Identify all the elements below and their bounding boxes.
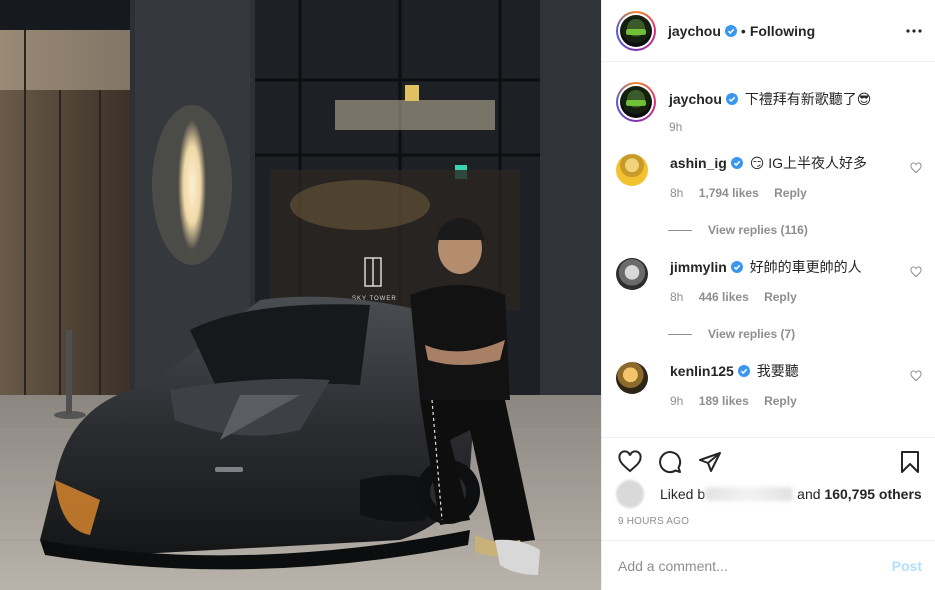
caption-story-ring[interactable] [616, 82, 656, 122]
header-username[interactable]: jaychou [668, 23, 721, 39]
likes-summary[interactable]: Liked b and 160,795 others [616, 480, 922, 508]
post-side-panel: jaychou • Following jaychou 下禮拜有新歌聽了😎 9h… [601, 0, 935, 590]
comment-username[interactable]: ashin_ig [670, 155, 727, 171]
verified-badge-icon [725, 93, 738, 105]
likes-count[interactable]: 160,795 others [824, 486, 921, 502]
smirk-emoji: 😏 [749, 155, 765, 171]
reply-button[interactable]: Reply [764, 394, 797, 408]
post-caption: jaychou 下禮拜有新歌聽了😎 9h [616, 82, 871, 134]
post-photo[interactable]: SKY TOWER [0, 0, 601, 590]
comment-text: IG上半夜人好多 [768, 155, 867, 171]
post-header: jaychou • Following [602, 0, 935, 62]
commenter-avatar[interactable] [616, 362, 648, 394]
comment-item: kenlin125 我要聽 9h 189 likes Reply [616, 362, 922, 408]
verified-badge-icon [737, 365, 750, 377]
comment-time[interactable]: 9h [670, 394, 683, 408]
commenter-avatar[interactable] [616, 154, 648, 186]
avatar[interactable] [620, 14, 652, 47]
add-comment-bar: Post [602, 540, 935, 590]
commenter-avatar[interactable] [616, 258, 648, 290]
bookmark-icon[interactable] [898, 450, 922, 474]
blurred-liker-name [705, 487, 794, 501]
instagram-post: SKY TOWER jaychou • Following jaychou 下禮… [0, 0, 935, 590]
comment-item: jimmylin 好帥的車更帥的人 8h 446 likes Reply [616, 258, 922, 304]
caption-avatar[interactable] [620, 86, 652, 118]
comment-likes[interactable]: 1,794 likes [699, 186, 759, 200]
comment-time[interactable]: 8h [670, 290, 683, 304]
reply-button[interactable]: Reply [764, 290, 797, 304]
caption-time[interactable]: 9h [669, 120, 871, 134]
caption-username[interactable]: jaychou [669, 91, 722, 107]
likes-and: and [797, 486, 821, 502]
verified-badge-icon [724, 24, 737, 37]
view-replies-label[interactable]: View replies (7) [708, 327, 795, 341]
ellipsis-icon[interactable] [906, 24, 922, 38]
reply-button[interactable]: Reply [774, 186, 807, 200]
comment-heart-icon[interactable] [910, 162, 922, 174]
comment-username[interactable]: jimmylin [670, 259, 727, 275]
view-replies-button[interactable]: View replies (116) [668, 223, 808, 237]
verified-badge-icon [730, 157, 743, 169]
comment-text: 好帥的車更帥的人 [749, 259, 862, 275]
heart-icon[interactable] [618, 450, 642, 474]
verified-badge-icon [730, 261, 743, 273]
view-replies-line [668, 333, 692, 335]
comment-heart-icon[interactable] [910, 266, 922, 278]
view-replies-button[interactable]: View replies (7) [668, 327, 795, 341]
comment-likes[interactable]: 446 likes [699, 290, 749, 304]
view-replies-line [668, 229, 692, 231]
comment-icon[interactable] [658, 450, 682, 474]
story-ring[interactable] [616, 10, 656, 51]
sunglasses-emoji: 😎 [856, 91, 872, 107]
liked-by-prefix: Liked b [660, 486, 706, 502]
following-button[interactable]: Following [750, 23, 815, 39]
comment-likes[interactable]: 189 likes [699, 394, 749, 408]
comment-text: 我要聽 [756, 363, 799, 379]
comment-item: ashin_ig 😏 IG上半夜人好多 8h 1,794 likes Reply [616, 154, 922, 200]
comment-heart-icon[interactable] [910, 370, 922, 382]
comment-time[interactable]: 8h [670, 186, 683, 200]
post-comment-button[interactable]: Post [892, 558, 922, 574]
share-icon[interactable] [698, 450, 722, 474]
comment-input[interactable] [618, 557, 892, 574]
comment-username[interactable]: kenlin125 [670, 363, 734, 379]
photo-illustration: SKY TOWER [0, 0, 601, 590]
post-timestamp[interactable]: 9 HOURS AGO [618, 516, 689, 527]
liker-avatar[interactable] [616, 480, 644, 508]
view-replies-label[interactable]: View replies (116) [708, 223, 808, 237]
actions-divider [602, 437, 935, 438]
caption-text: 下禮拜有新歌聽了 [744, 91, 857, 107]
separator-dot: • [740, 22, 746, 39]
